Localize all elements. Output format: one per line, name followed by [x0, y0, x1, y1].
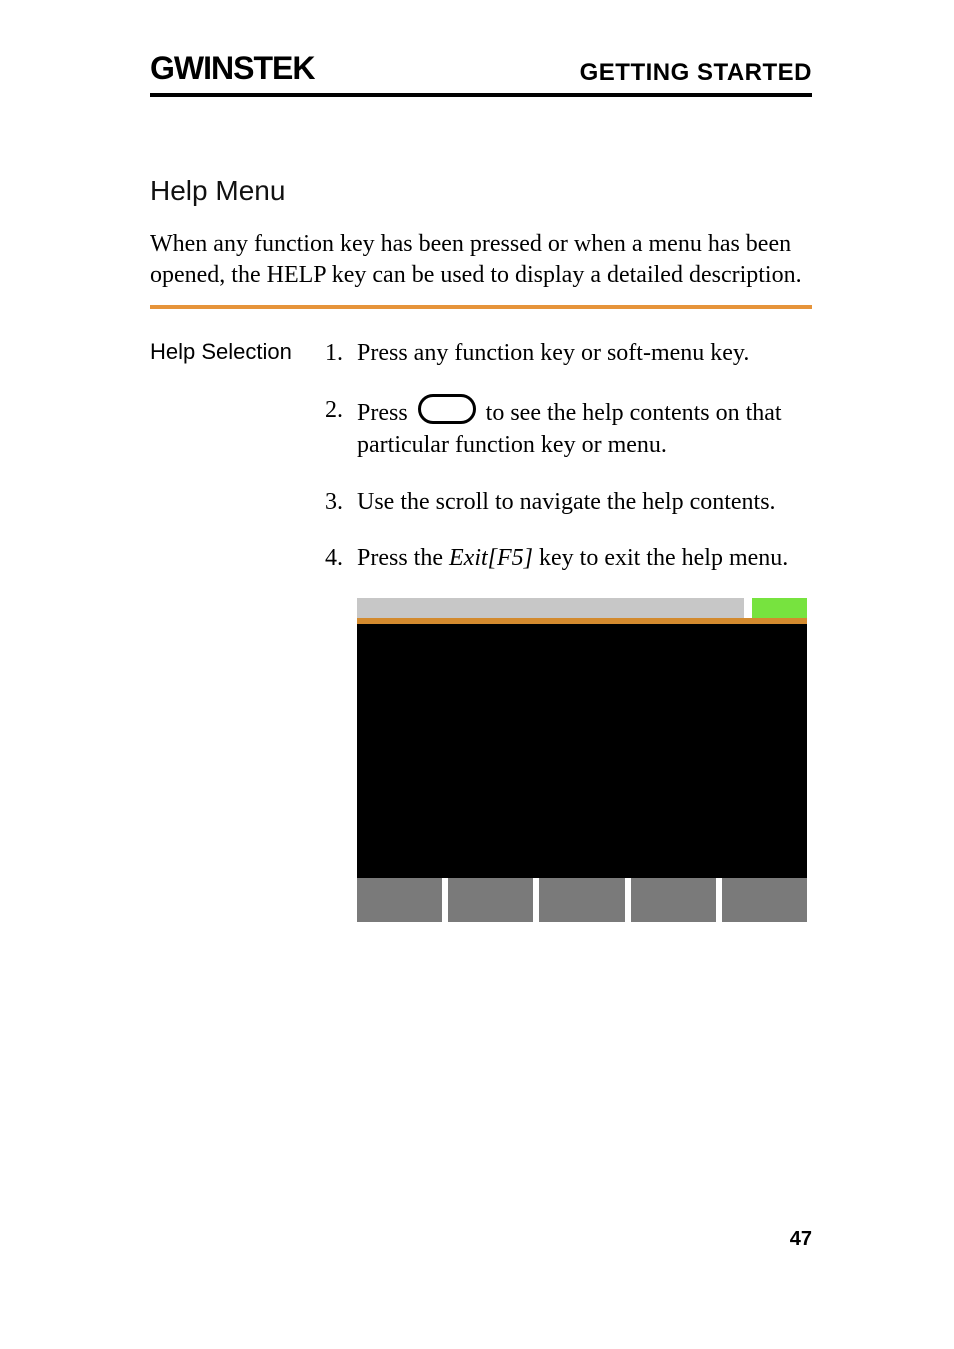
section-title: Help Menu [150, 175, 812, 207]
brand-logo: GWINSTEK [150, 50, 314, 87]
step-text: Press any function key or soft-menu key. [357, 337, 812, 369]
screenshot-top-bar [357, 598, 807, 618]
softkey-f3 [539, 878, 624, 922]
screenshot-top-gap [744, 598, 752, 618]
help-key-icon [418, 394, 476, 424]
step-2: 2. Press to see the help contents on tha… [325, 394, 812, 462]
steps-list: 1. Press any function key or soft-menu k… [325, 337, 812, 922]
device-screenshot [357, 598, 807, 922]
screenshot-top-grey [357, 598, 744, 618]
exit-key-name: Exit[F5] [449, 545, 533, 571]
softkey-f1 [357, 878, 442, 922]
softkey-f2 [448, 878, 533, 922]
intro-paragraph: When any function key has been pressed o… [150, 229, 812, 291]
step-number: 1. [325, 337, 357, 369]
step-3: 3. Use the scroll to navigate the help c… [325, 486, 812, 518]
screenshot-softkey-row [357, 878, 807, 922]
manual-page: GWINSTEK GETTING STARTED Help Menu When … [0, 0, 954, 1349]
step-4: 4. Press the Exit[F5] key to exit the he… [325, 542, 812, 574]
step-number: 2. [325, 394, 357, 462]
step-text: Press the Exit[F5] key to exit the help … [357, 542, 812, 574]
softkey-f5 [722, 878, 807, 922]
step-1: 1. Press any function key or soft-menu k… [325, 337, 812, 369]
chapter-title: GETTING STARTED [580, 59, 812, 87]
left-label: Help Selection [150, 337, 325, 922]
softkey-f4 [631, 878, 716, 922]
step-number: 3. [325, 486, 357, 518]
content-row: Help Selection 1. Press any function key… [150, 337, 812, 922]
brand-text: GWINSTEK [150, 50, 314, 86]
step-text: Press to see the help contents on that p… [357, 394, 812, 462]
step-text: Use the scroll to navigate the help cont… [357, 486, 812, 518]
step-4-prefix: Press the [357, 545, 449, 571]
page-header: GWINSTEK GETTING STARTED [150, 50, 812, 97]
page-number: 47 [790, 1228, 812, 1251]
screenshot-top-green [752, 598, 807, 618]
step-2-prefix: Press [357, 400, 408, 426]
divider-rule [150, 305, 812, 309]
screenshot-body [357, 624, 807, 878]
step-4-suffix: key to exit the help menu. [533, 545, 788, 571]
step-number: 4. [325, 542, 357, 574]
